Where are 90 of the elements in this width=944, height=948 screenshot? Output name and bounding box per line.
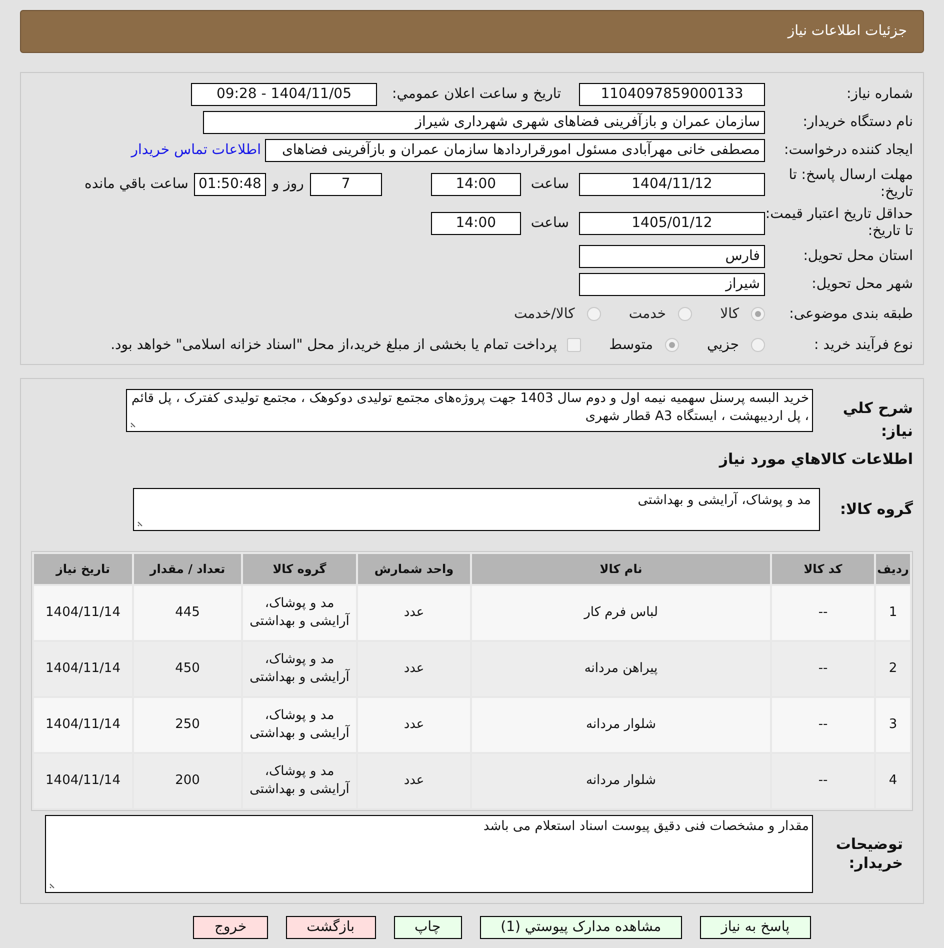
time-label: ساعت [530,174,569,194]
radio-label: کالا/خدمت [514,304,575,324]
text-field[interactable]: 14:00 [430,212,521,234]
column-header: کد کالا [772,554,874,584]
table-cell: عدد [358,754,470,808]
table-cell: 250 [134,698,241,752]
text-field[interactable]: 7 [310,172,382,196]
table-cell: عدد [358,698,470,752]
column-header: تاریخ نیاز [34,554,132,584]
text-field[interactable]: سازمان عمران و بازآفرینی فضاهای شهری شهرداری شیراز [203,111,765,134]
text-field[interactable]: 14:00 [430,172,521,196]
summary-textarea[interactable]: خرید البسه پرسنل سهمیه نیمه اول و دوم سال 1403 جهت پروژه‌های مجتمع تولیدی دوکوهک ، مجتمع تولیدی کفترک ، پل قائم ، پل اردیبهشت ، ایستگاه A3 قطار شهری [126,389,813,432]
table-cell: مد و پوشاک، آرایشی و بهداشتی [243,586,356,640]
remaining-label: ساعت باقي مانده [84,174,188,194]
table-cell: شلوار مردانه [472,754,770,808]
table-cell: 1404/11/14 [34,642,132,696]
days-label: روز و [272,174,304,194]
goods-group-textarea[interactable]: مد و پوشاک، آرایشی و بهداشتی [133,488,820,530]
text-field[interactable]: مصطفی خانی مهرآبادی مسئول امورقراردادها سازمان عمران و بازآفرینی فضاهای [265,139,765,162]
table-cell: پیراهن مردانه [472,642,770,696]
table-cell: لباس فرم کار [472,586,770,640]
table-cell: 450 [134,642,241,696]
text-field[interactable]: 1405/01/12 [579,212,765,234]
table-cell: مد و پوشاک، آرایشی و بهداشتی [243,642,356,696]
table-cell: -- [772,698,874,752]
column-header: نام کالا [472,554,770,584]
table-cell: 1404/11/14 [34,586,132,640]
radio-button[interactable] [665,338,680,352]
section-title: اطلاعات كالاهاي مورد نياز [718,449,913,470]
table-cell: 445 [134,586,241,640]
field-label: نوع فرآیند خرید : [813,336,913,354]
table-cell: -- [772,586,874,640]
table-cell: 1 [876,586,910,640]
table-cell: 2 [876,642,910,696]
radio-button[interactable] [751,338,765,352]
resize-grip-icon [49,880,57,888]
column-header: گروه کالا [243,554,356,584]
table-cell: عدد [358,642,470,696]
column-header: تعداد / مقدار [134,554,241,584]
table-cell: عدد [358,586,470,640]
table-cell: 3 [876,698,910,752]
resize-grip-icon [130,420,138,428]
table-cell: -- [772,642,874,696]
field-label: توضیحات خریدار: [834,834,904,872]
table-cell: مد و پوشاک، آرایشی و بهداشتی [243,698,356,752]
table-cell: 1404/11/14 [34,698,132,752]
table-cell: 1404/11/14 [34,754,132,808]
field-label: طبقه بندی موضوعی: [788,306,913,322]
checkbox-label: پرداخت تمام یا بخشی از مبلغ خرید،از محل "اسناد خزانه اسلامی" خواهد بود. [110,336,558,354]
action-button[interactable]: مشاهده مدارک پیوستي (1) [480,916,682,938]
field-label: استان محل تحویل: [802,248,913,265]
table-cell: شلوار مردانه [472,698,770,752]
time-label: ساعت [530,214,569,232]
text-field[interactable]: 1104097859000133 [579,83,765,106]
radio-button[interactable] [586,307,601,321]
field-label: شهر محل تحویل: [810,276,913,293]
remaining-time[interactable]: 01:50:48 [194,172,266,196]
checkbox[interactable] [567,338,582,352]
radio-button[interactable] [751,307,765,321]
table-cell: 4 [876,754,910,808]
radio-label: خدمت [628,304,666,324]
action-button[interactable]: بازگشت [286,916,376,938]
radio-label: کالا [720,304,739,324]
resize-grip-icon [137,518,145,526]
field-label: ایجاد کننده درخواست: [783,142,913,159]
field-label: مهلت ارسال پاسخ: تا تاریخ: [788,167,913,201]
text-field[interactable]: 1404/11/05 - 09:28 [191,83,377,106]
text-field[interactable]: فارس [579,245,765,268]
action-button[interactable]: پاسخ به نیاز [700,916,811,938]
radio-button[interactable] [678,307,692,321]
buyer-contact-link[interactable]: اطلاعات تماس خریدار [131,140,261,161]
field-label: شرح كلي نياز: [842,398,913,442]
action-button[interactable]: چاپ [394,916,462,938]
table-cell: مد و پوشاک، آرایشی و بهداشتی [243,754,356,808]
table-cell: -- [772,754,874,808]
text-field[interactable]: 1404/11/12 [579,172,765,196]
table-cell: 200 [134,754,241,808]
column-header: ردیف [876,554,910,584]
field-label: شماره نیاز: [846,86,913,103]
radio-label: جزيي [707,336,739,354]
field-label: حداقل تاریخ اعتبار قیمت: تا تاریخ: [765,206,913,240]
text-field[interactable]: شیراز [579,273,765,296]
field-label: نام دستگاه خریدار: [802,114,913,131]
action-button[interactable]: خروج [193,916,268,938]
column-header: واحد شمارش [358,554,470,584]
field-label: تاریخ و ساعت اعلان عمومي: [391,86,561,103]
page-title: جزئیات اطلاعات نیاز [788,22,907,41]
notes-textarea[interactable]: مقدار و مشخصات فنی دقیق پیوست اسناد استعلام می باشد [45,814,813,892]
field-label: گروه کالا: [839,498,913,520]
radio-label: متوسط [609,336,654,354]
